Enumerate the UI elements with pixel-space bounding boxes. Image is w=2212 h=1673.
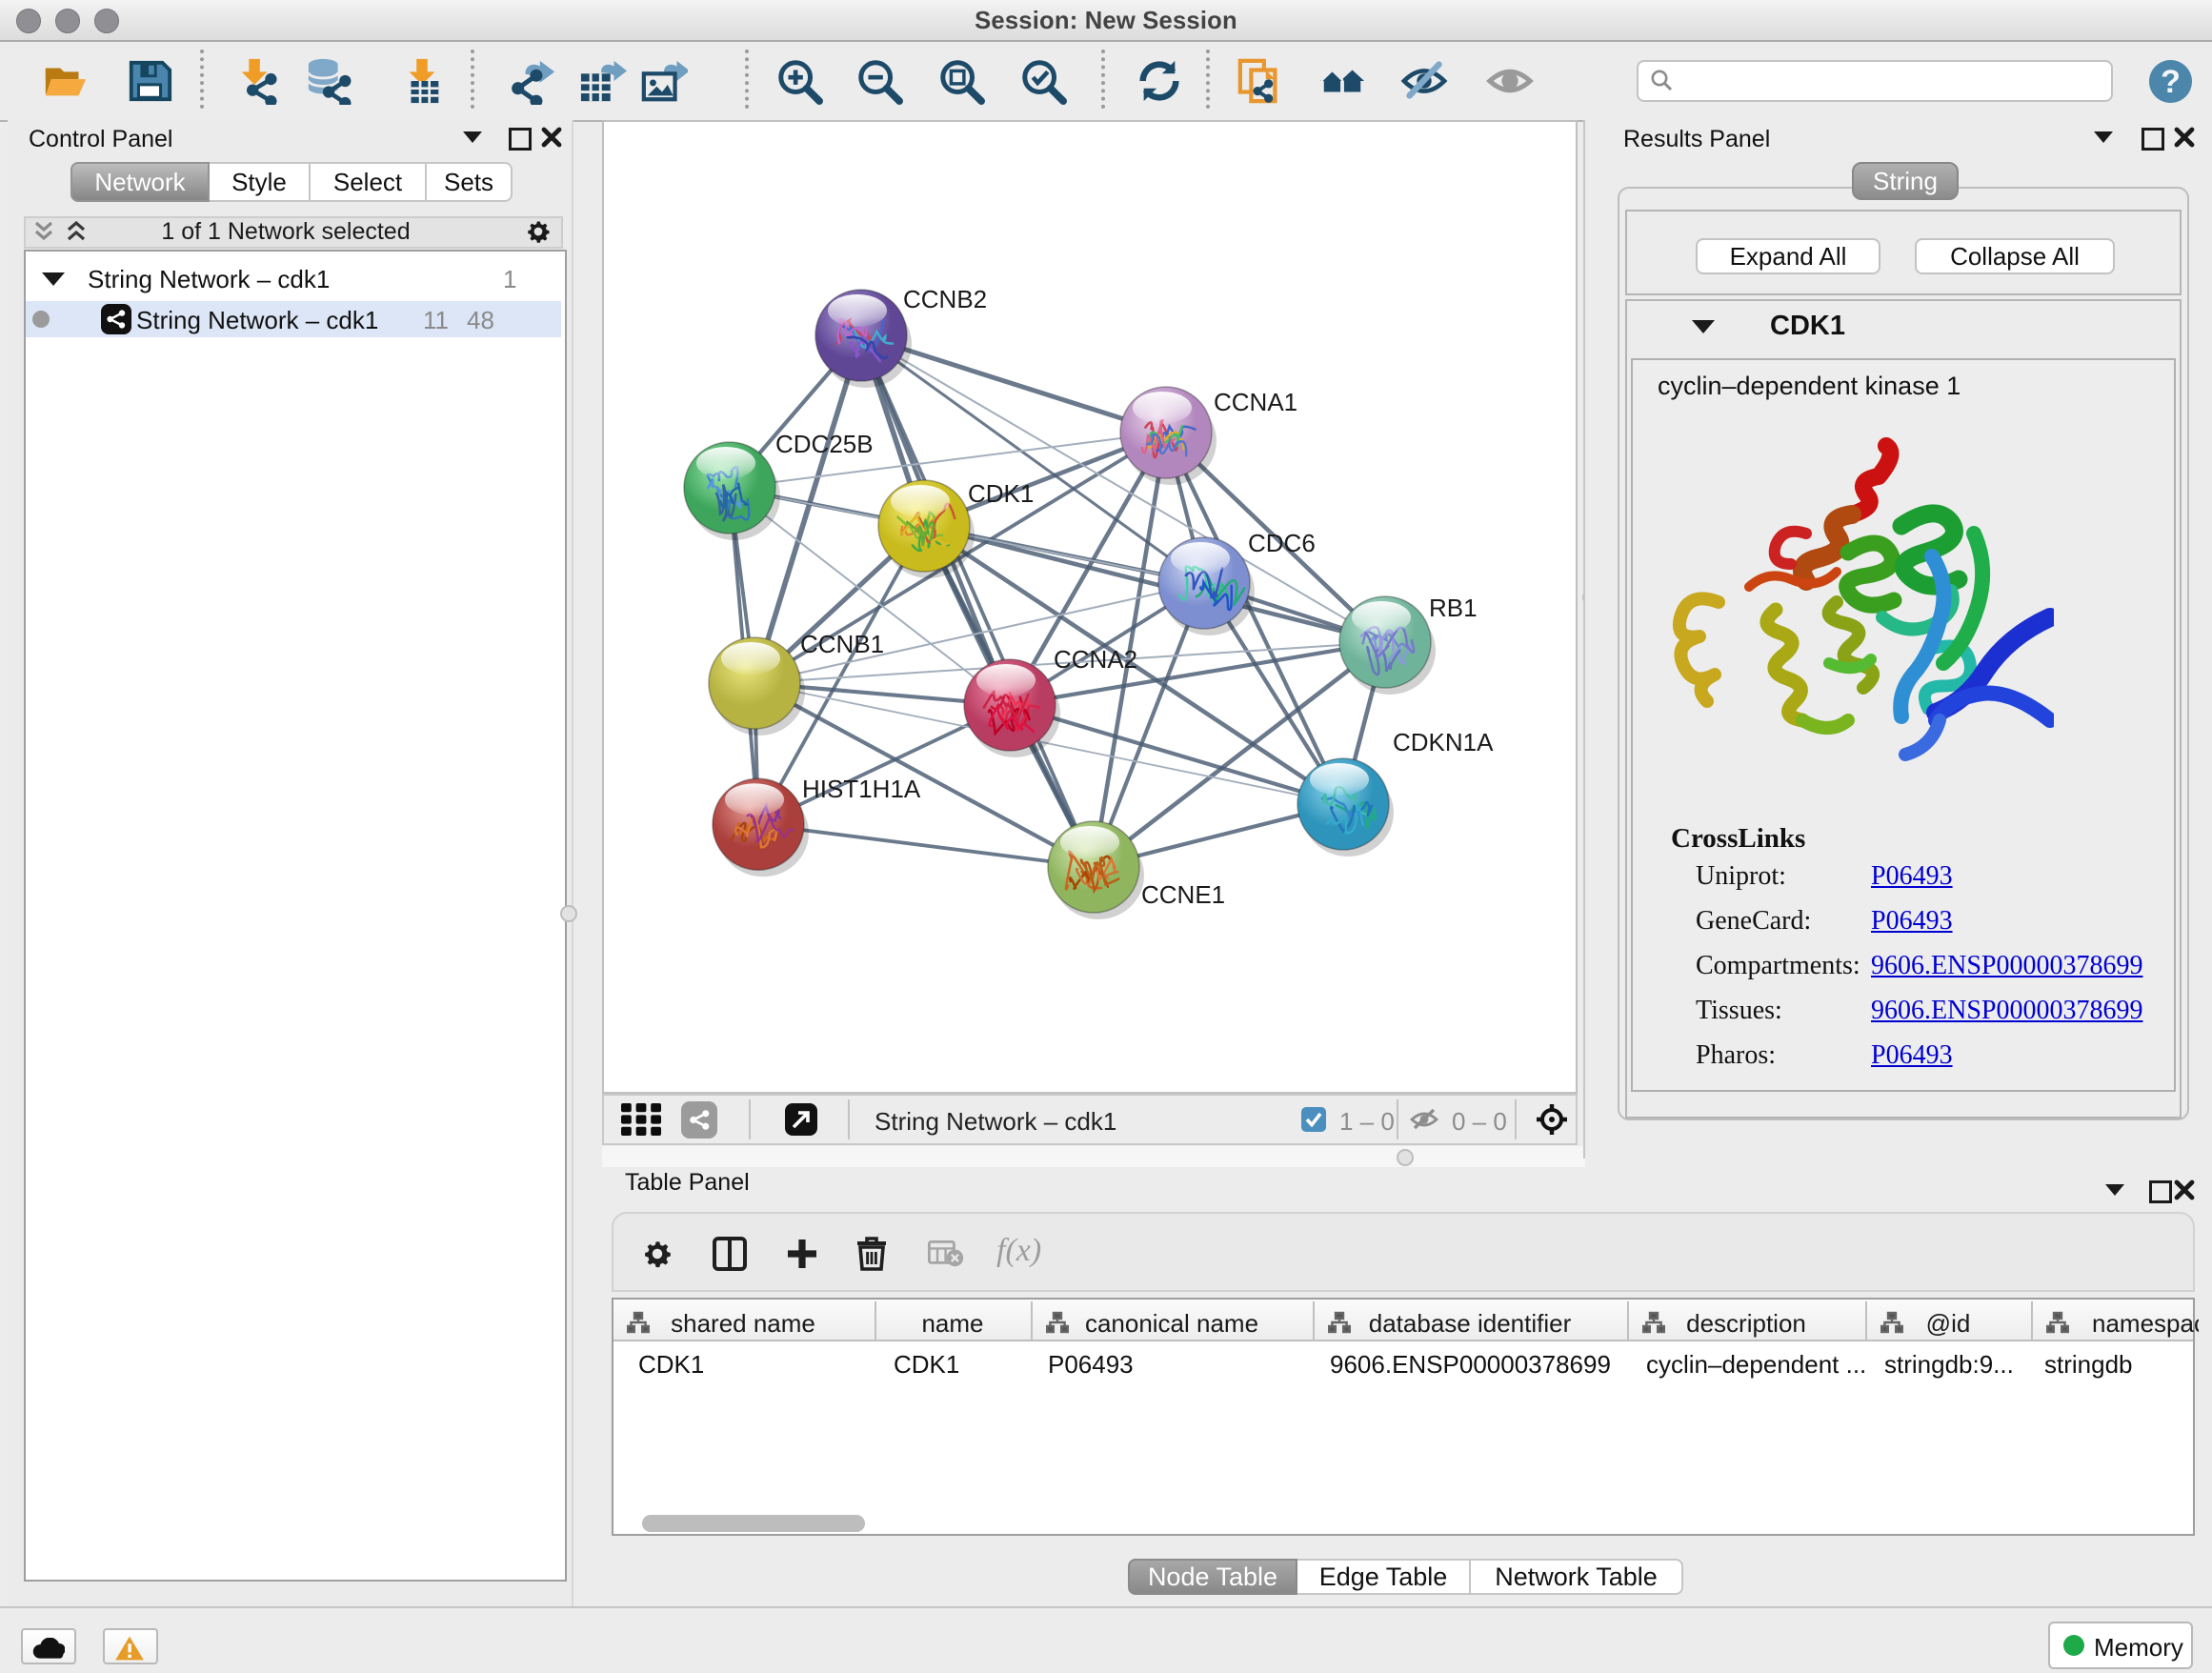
svg-text:CDC25B: CDC25B: [775, 430, 874, 458]
svg-text:CCNE1: CCNE1: [1141, 880, 1225, 909]
svg-text:CCNA1: CCNA1: [1214, 388, 1297, 416]
svg-text:RB1: RB1: [1429, 594, 1478, 622]
svg-text:CDK1: CDK1: [968, 479, 1034, 508]
svg-text:CCNA2: CCNA2: [1054, 645, 1137, 674]
svg-text:CCNB2: CCNB2: [903, 285, 987, 313]
svg-text:CDKN1A: CDKN1A: [1393, 728, 1494, 756]
svg-text:CCNB1: CCNB1: [800, 630, 884, 658]
svg-text:HIST1H1A: HIST1H1A: [802, 775, 921, 803]
svg-text:CDC6: CDC6: [1248, 529, 1316, 557]
